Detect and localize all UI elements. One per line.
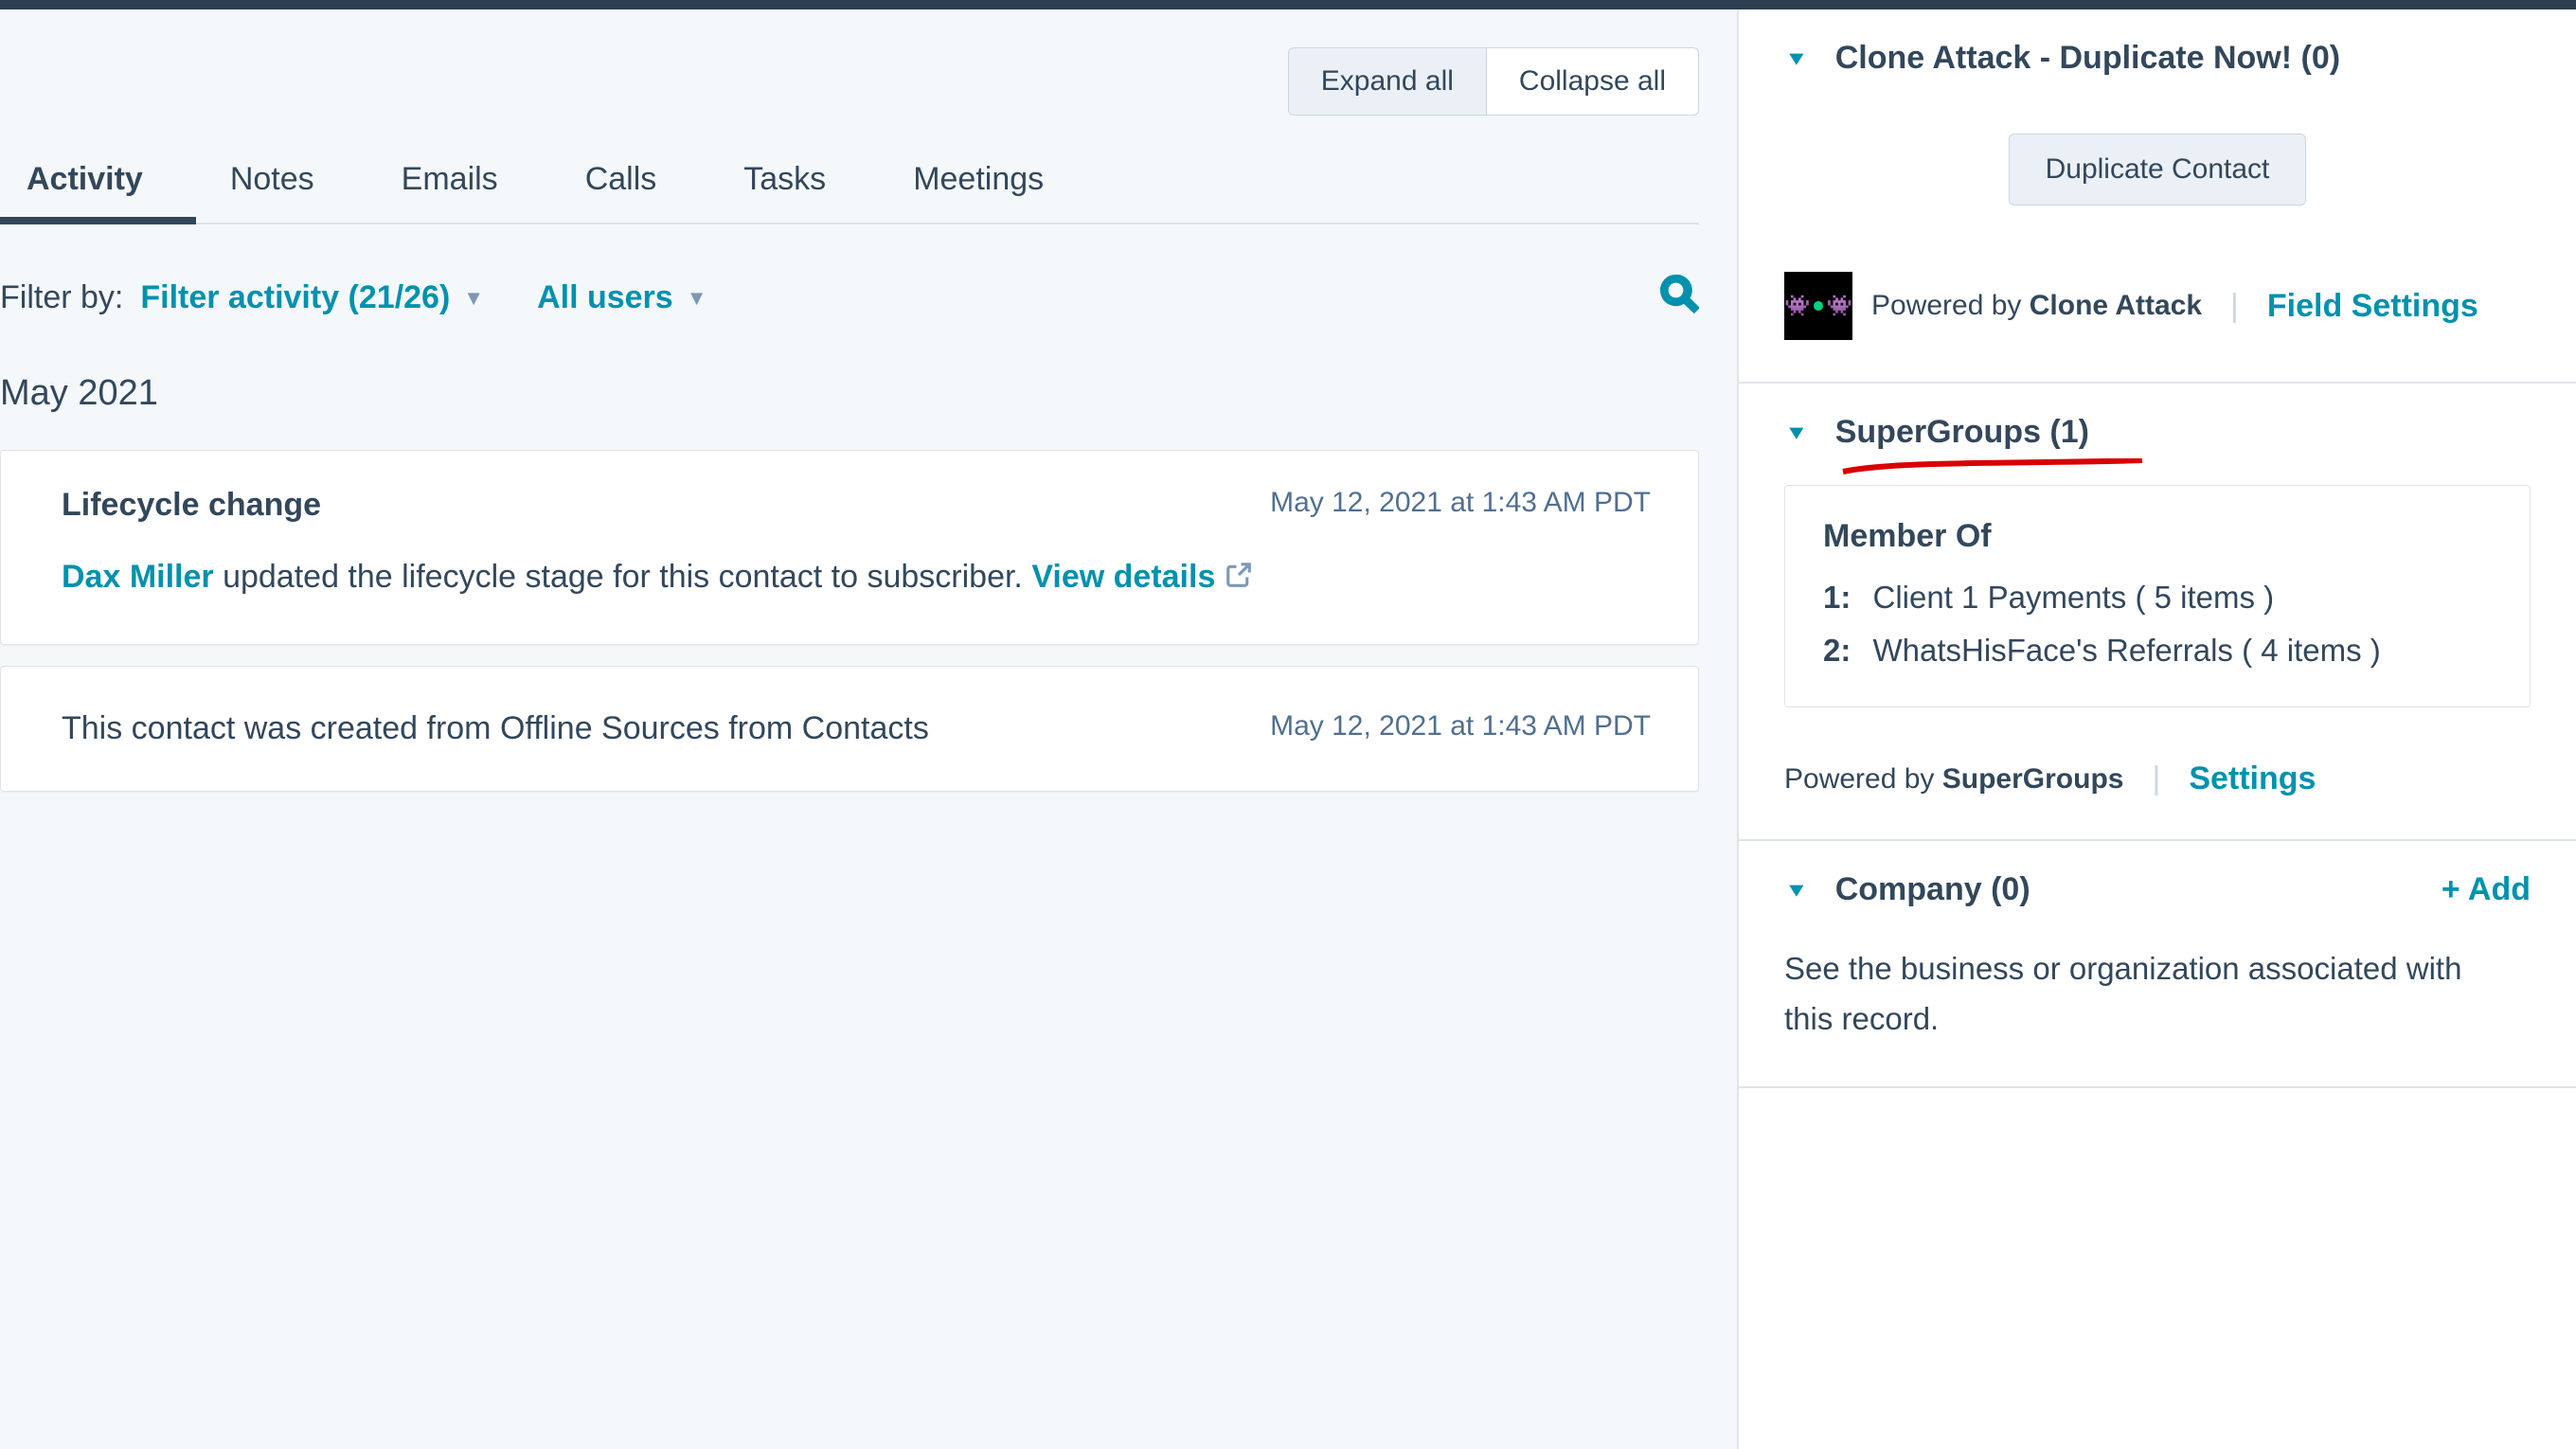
main-column: Expand all Collapse all Activity Notes E… [0, 9, 1739, 1449]
chevron-down-icon[interactable]: ▼ [1784, 46, 1809, 70]
activity-tabs: Activity Notes Emails Calls Tasks Meetin… [0, 150, 1699, 224]
powered-by-prefix: Powered by [1784, 763, 1942, 795]
panel-clone-attack: ▼ Clone Attack - Duplicate Now! (0) Dupl… [1739, 9, 2576, 384]
panel-supergroups: ▼ SuperGroups (1) Member Of 1: Client 1 … [1739, 384, 2576, 841]
timeline-card-lifecycle: Lifecycle change May 12, 2021 at 1:43 AM… [0, 450, 1699, 645]
collapse-all-button[interactable]: Collapse all [1487, 47, 1699, 116]
divider: | [2230, 288, 2239, 325]
member-item-text: Client 1 Payments ( 5 items ) [1873, 580, 2275, 615]
panel-title: SuperGroups (1) [1835, 414, 2089, 451]
chevron-down-icon[interactable]: ▼ [1784, 878, 1809, 902]
powered-by-prefix: Powered by [1871, 290, 2030, 321]
powered-by-name: SuperGroups [1942, 763, 2124, 795]
field-settings-link[interactable]: Field Settings [2267, 288, 2478, 325]
card-title: Lifecycle change [62, 487, 321, 524]
author-link[interactable]: Dax Miller [62, 559, 214, 595]
timeline-month-header: May 2021 [0, 373, 1737, 414]
member-of-title: Member Of [1823, 518, 2492, 555]
view-details-link[interactable]: View details [1031, 559, 1252, 595]
member-item-text: WhatsHisFace's Referrals ( 4 items ) [1873, 633, 2381, 668]
add-company-link[interactable]: + Add [2442, 871, 2531, 908]
chevron-down-icon[interactable]: ▼ [1784, 420, 1809, 444]
caret-down-icon: ▼ [687, 286, 707, 311]
divider: | [2152, 760, 2160, 797]
tab-tasks[interactable]: Tasks [740, 150, 830, 223]
external-link-icon [1225, 559, 1253, 595]
filter-activity-dropdown[interactable]: Filter activity (21/26) ▼ [140, 279, 484, 316]
card-timestamp: May 12, 2021 at 1:43 AM PDT [1270, 710, 1651, 742]
member-of-box: Member Of 1: Client 1 Payments ( 5 items… [1784, 485, 2531, 707]
panel-title: Company (0) [1835, 871, 2030, 908]
duplicate-contact-button[interactable]: Duplicate Contact [2009, 134, 2307, 206]
member-item-index: 1: [1823, 580, 1851, 615]
member-item[interactable]: 1: Client 1 Payments ( 5 items ) [1823, 580, 2492, 616]
right-sidebar: ▼ Clone Attack - Duplicate Now! (0) Dupl… [1739, 9, 2576, 1449]
tab-emails[interactable]: Emails [398, 150, 502, 223]
clone-attack-logo-icon: 👾👾 [1784, 272, 1852, 340]
expand-collapse-toolbar: Expand all Collapse all [0, 47, 1737, 116]
card-body-text: updated the lifecycle stage for this con… [214, 559, 1032, 595]
view-details-label: View details [1031, 559, 1215, 595]
filter-by-label: Filter by: [0, 279, 123, 316]
member-item[interactable]: 2: WhatsHisFace's Referrals ( 4 items ) [1823, 633, 2492, 669]
caret-down-icon: ▼ [463, 286, 484, 311]
tab-meetings[interactable]: Meetings [909, 150, 1047, 223]
tab-activity[interactable]: Activity [23, 150, 147, 223]
filter-users-label: All users [537, 279, 673, 316]
search-icon[interactable] [1659, 274, 1699, 322]
expand-all-button[interactable]: Expand all [1288, 47, 1487, 116]
powered-by-name: Clone Attack [2030, 290, 2202, 321]
annotation-underline [1841, 458, 2531, 468]
company-description: See the business or organization associa… [1784, 944, 2471, 1045]
panel-company: ▼ Company (0) + Add See the business or … [1739, 841, 2576, 1088]
filter-activity-label: Filter activity (21/26) [140, 279, 450, 316]
panel-title: Clone Attack - Duplicate Now! (0) [1835, 40, 2340, 77]
tab-notes[interactable]: Notes [226, 150, 318, 223]
member-item-index: 2: [1823, 633, 1851, 668]
filter-bar: Filter by: Filter activity (21/26) ▼ All… [0, 224, 1737, 322]
card-body-text: This contact was created from Offline So… [62, 710, 929, 747]
card-timestamp: May 12, 2021 at 1:43 AM PDT [1270, 487, 1651, 519]
tab-calls[interactable]: Calls [581, 150, 661, 223]
supergroups-settings-link[interactable]: Settings [2189, 760, 2316, 797]
timeline-card-created: This contact was created from Offline So… [0, 666, 1699, 792]
filter-users-dropdown[interactable]: All users ▼ [537, 279, 707, 316]
